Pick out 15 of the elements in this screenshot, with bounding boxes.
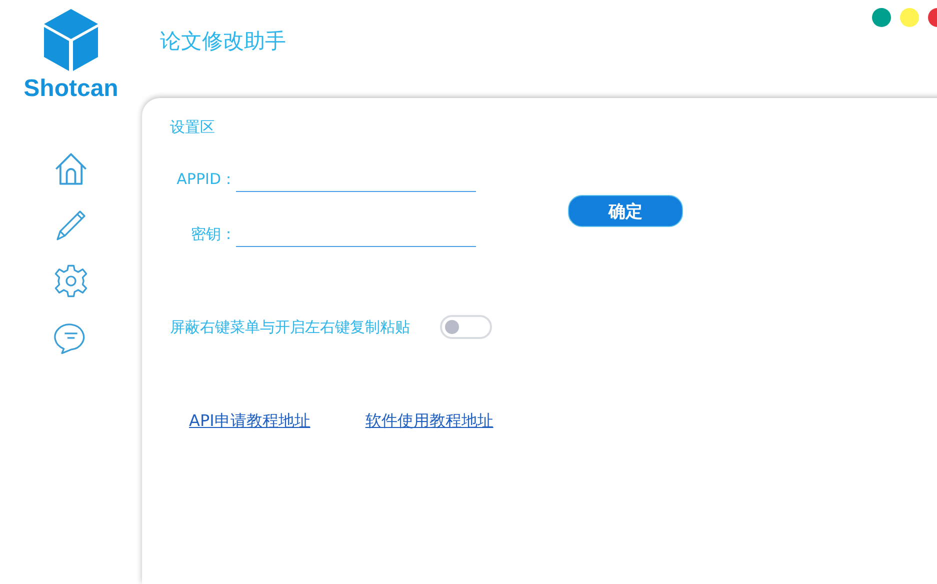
toggle-label: 屏蔽右键菜单与开启左右键复制粘贴 <box>170 318 410 336</box>
field-label: 密钥： <box>190 225 236 245</box>
confirm-button[interactable]: 确定 <box>568 195 683 227</box>
tutorial-link[interactable]: 软件使用教程地址 <box>365 411 494 432</box>
logo-text: Shotcan <box>24 75 118 103</box>
toggle-switch[interactable] <box>440 315 492 339</box>
cube-logo-icon <box>41 7 101 73</box>
section-title: 设置区 <box>170 118 215 137</box>
window-control-dot[interactable] <box>872 8 891 27</box>
field-label: APPID： <box>176 170 236 190</box>
settings-icon[interactable] <box>53 263 89 299</box>
home-icon[interactable] <box>53 151 89 187</box>
tutorial-link[interactable]: API申请教程地址 <box>189 411 310 432</box>
app-title: 论文修改助手 <box>160 28 286 55</box>
window-control-dot[interactable] <box>900 8 919 27</box>
